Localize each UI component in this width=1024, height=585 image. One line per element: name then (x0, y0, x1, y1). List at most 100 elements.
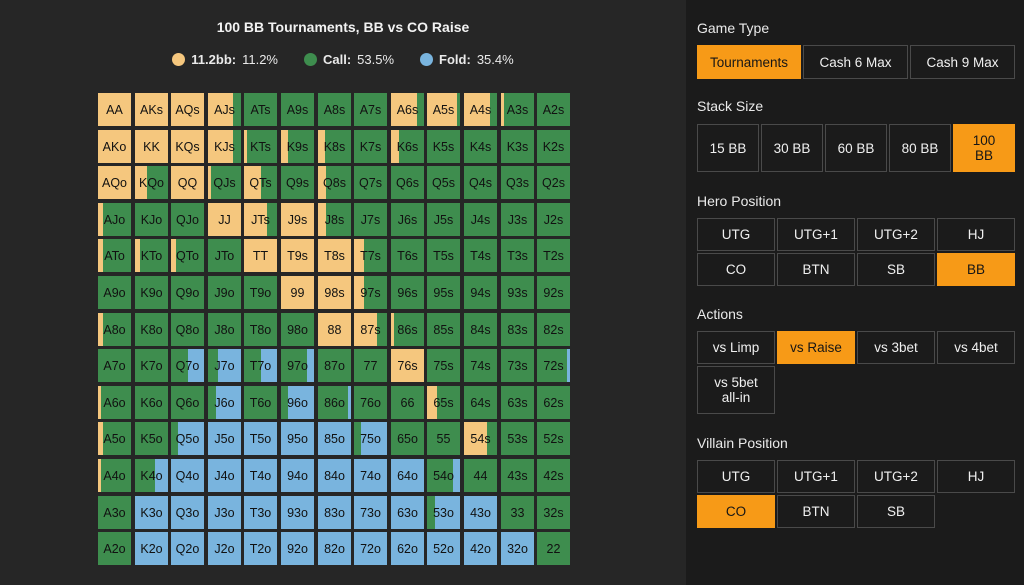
stack-60bb-button[interactable]: 60 BB (825, 124, 887, 172)
hand-cell-T8s[interactable]: T8s (318, 239, 351, 272)
hand-cell-A7o[interactable]: A7o (98, 349, 131, 382)
hand-cell-98o[interactable]: 98o (281, 313, 314, 346)
hand-cell-T5o[interactable]: T5o (244, 422, 277, 455)
action-vs-5bet-allin-button[interactable]: vs 5bet all-in (697, 366, 775, 414)
hand-cell-A3o[interactable]: A3o (98, 496, 131, 529)
hand-cell-Q9o[interactable]: Q9o (171, 276, 204, 309)
hand-cell-73s[interactable]: 73s (501, 349, 534, 382)
villain-utg2-button[interactable]: UTG+2 (857, 460, 935, 493)
hand-cell-K2s[interactable]: K2s (537, 130, 570, 163)
hand-cell-85o[interactable]: 85o (318, 422, 351, 455)
hand-cell-96o[interactable]: 96o (281, 386, 314, 419)
hand-cell-77[interactable]: 77 (354, 349, 387, 382)
hand-cell-T8o[interactable]: T8o (244, 313, 277, 346)
hand-cell-Q4s[interactable]: Q4s (464, 166, 497, 199)
hand-cell-A9o[interactable]: A9o (98, 276, 131, 309)
hand-cell-33[interactable]: 33 (501, 496, 534, 529)
hand-cell-T3o[interactable]: T3o (244, 496, 277, 529)
hand-cell-J8o[interactable]: J8o (208, 313, 241, 346)
hand-cell-T4s[interactable]: T4s (464, 239, 497, 272)
hand-cell-JJ[interactable]: JJ (208, 203, 241, 236)
hand-cell-Q6o[interactable]: Q6o (171, 386, 204, 419)
hand-cell-Q5s[interactable]: Q5s (427, 166, 460, 199)
hand-cell-82o[interactable]: 82o (318, 532, 351, 565)
hand-cell-J6o[interactable]: J6o (208, 386, 241, 419)
hand-cell-QJo[interactable]: QJo (171, 203, 204, 236)
hand-cell-KTo[interactable]: KTo (135, 239, 168, 272)
hand-cell-ATs[interactable]: ATs (244, 93, 277, 126)
action-vs-3bet-button[interactable]: vs 3bet (857, 331, 935, 364)
hand-cell-42o[interactable]: 42o (464, 532, 497, 565)
hand-cell-K6o[interactable]: K6o (135, 386, 168, 419)
hand-cell-86o[interactable]: 86o (318, 386, 351, 419)
hand-cell-94o[interactable]: 94o (281, 459, 314, 492)
hand-cell-A9s[interactable]: A9s (281, 93, 314, 126)
hero-bb-button[interactable]: BB (937, 253, 1015, 286)
hand-cell-JTs[interactable]: JTs (244, 203, 277, 236)
hand-cell-T2s[interactable]: T2s (537, 239, 570, 272)
hand-cell-T9s[interactable]: T9s (281, 239, 314, 272)
hand-cell-A5s[interactable]: A5s (427, 93, 460, 126)
action-vs-raise-button[interactable]: vs Raise (777, 331, 855, 364)
hand-cell-A8s[interactable]: A8s (318, 93, 351, 126)
stack-15bb-button[interactable]: 15 BB (697, 124, 759, 172)
hand-cell-J5o[interactable]: J5o (208, 422, 241, 455)
hand-cell-K8o[interactable]: K8o (135, 313, 168, 346)
hand-cell-AKo[interactable]: AKo (98, 130, 131, 163)
hand-cell-K9s[interactable]: K9s (281, 130, 314, 163)
hand-cell-TT[interactable]: TT (244, 239, 277, 272)
hand-cell-66[interactable]: 66 (391, 386, 424, 419)
hand-cell-T7o[interactable]: T7o (244, 349, 277, 382)
villain-utg-button[interactable]: UTG (697, 460, 775, 493)
hand-cell-86s[interactable]: 86s (391, 313, 424, 346)
hand-cell-95o[interactable]: 95o (281, 422, 314, 455)
hand-cell-63s[interactable]: 63s (501, 386, 534, 419)
hand-cell-83s[interactable]: 83s (501, 313, 534, 346)
stack-80bb-button[interactable]: 80 BB (889, 124, 951, 172)
hand-cell-T6s[interactable]: T6s (391, 239, 424, 272)
hand-cell-62o[interactable]: 62o (391, 532, 424, 565)
hand-cell-A4s[interactable]: A4s (464, 93, 497, 126)
hand-cell-A6o[interactable]: A6o (98, 386, 131, 419)
hand-cell-93o[interactable]: 93o (281, 496, 314, 529)
hand-cell-AKs[interactable]: AKs (135, 93, 168, 126)
hand-cell-64s[interactable]: 64s (464, 386, 497, 419)
hand-cell-Q7s[interactable]: Q7s (354, 166, 387, 199)
hand-cell-J8s[interactable]: J8s (318, 203, 351, 236)
hand-cell-AJo[interactable]: AJo (98, 203, 131, 236)
hand-cell-A2o[interactable]: A2o (98, 532, 131, 565)
hand-cell-75s[interactable]: 75s (427, 349, 460, 382)
hand-cell-62s[interactable]: 62s (537, 386, 570, 419)
hand-cell-KQo[interactable]: KQo (135, 166, 168, 199)
hand-cell-43s[interactable]: 43s (501, 459, 534, 492)
action-vs-4bet-button[interactable]: vs 4bet (937, 331, 1015, 364)
game-type-cash-6-max-button[interactable]: Cash 6 Max (803, 45, 908, 79)
hand-cell-74o[interactable]: 74o (354, 459, 387, 492)
hand-cell-Q8o[interactable]: Q8o (171, 313, 204, 346)
hand-cell-54o[interactable]: 54o (427, 459, 460, 492)
hand-cell-76s[interactable]: 76s (391, 349, 424, 382)
hand-cell-K9o[interactable]: K9o (135, 276, 168, 309)
hand-cell-J2o[interactable]: J2o (208, 532, 241, 565)
game-type-cash-9-max-button[interactable]: Cash 9 Max (910, 45, 1015, 79)
hand-cell-64o[interactable]: 64o (391, 459, 424, 492)
hand-cell-53o[interactable]: 53o (427, 496, 460, 529)
hand-cell-KTs[interactable]: KTs (244, 130, 277, 163)
hand-cell-T4o[interactable]: T4o (244, 459, 277, 492)
hand-cell-65s[interactable]: 65s (427, 386, 460, 419)
hand-cell-A5o[interactable]: A5o (98, 422, 131, 455)
hand-cell-JTo[interactable]: JTo (208, 239, 241, 272)
hand-cell-Q7o[interactable]: Q7o (171, 349, 204, 382)
hand-cell-J3o[interactable]: J3o (208, 496, 241, 529)
hand-cell-K3o[interactable]: K3o (135, 496, 168, 529)
hero-utg1-button[interactable]: UTG+1 (777, 218, 855, 251)
hand-cell-QTs[interactable]: QTs (244, 166, 277, 199)
hand-cell-KJs[interactable]: KJs (208, 130, 241, 163)
hand-cell-ATo[interactable]: ATo (98, 239, 131, 272)
hand-cell-AQs[interactable]: AQs (171, 93, 204, 126)
stack-100bb-button[interactable]: 100 BB (953, 124, 1015, 172)
hand-cell-K4s[interactable]: K4s (464, 130, 497, 163)
hand-cell-84o[interactable]: 84o (318, 459, 351, 492)
hand-cell-K5o[interactable]: K5o (135, 422, 168, 455)
hand-cell-J9s[interactable]: J9s (281, 203, 314, 236)
